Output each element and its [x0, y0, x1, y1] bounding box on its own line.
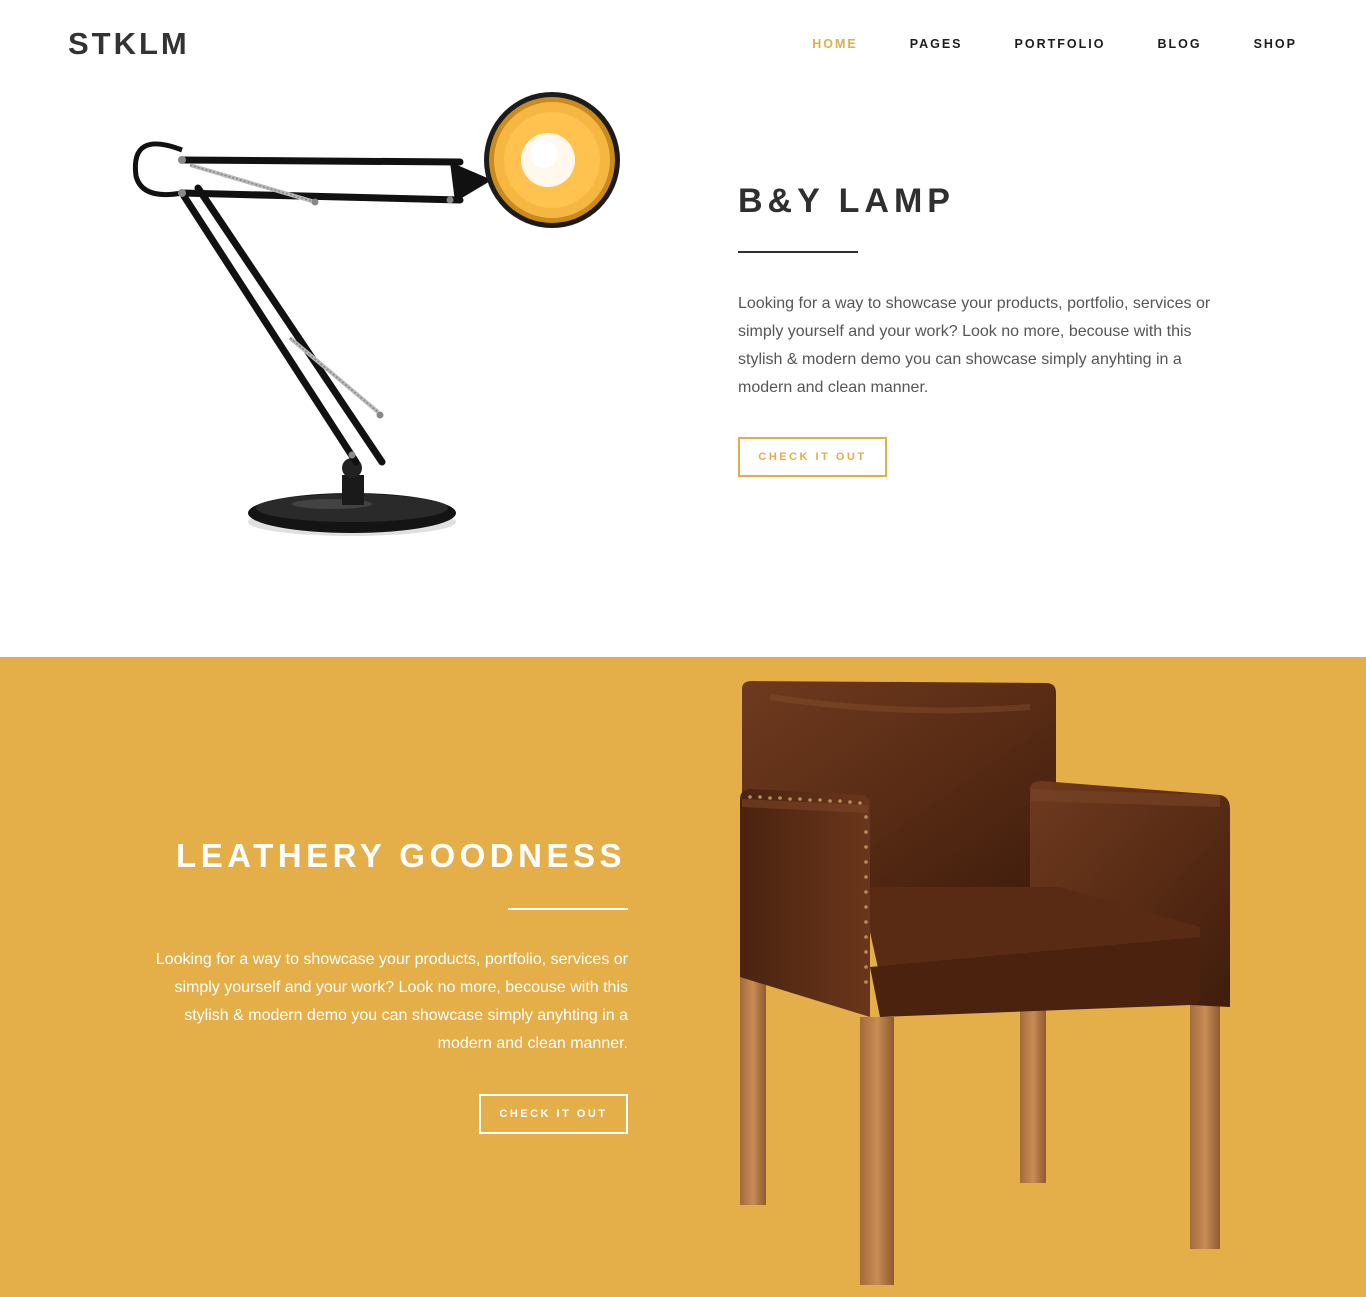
lamp-description: Looking for a way to showcase your produ…	[738, 295, 1211, 396]
nav-item-home[interactable]: HOME	[812, 37, 858, 51]
main-nav: HOME PAGES PORTFOLIO BLOG SHOP	[760, 37, 1297, 51]
chair-title: LEATHERY GOODNESS	[176, 837, 626, 874]
site-logo[interactable]: STKLM	[68, 26, 190, 62]
lamp-feature-section: B&Y LAMP Looking for a way to showcase y…	[0, 90, 1366, 657]
nav-item-shop[interactable]: SHOP	[1254, 37, 1297, 51]
chair-check-it-out-button[interactable]: CHECK IT OUT	[479, 1094, 628, 1134]
title-divider	[738, 251, 858, 253]
site-header: STKLM HOME PAGES PORTFOLIO BLOG SHOP	[0, 0, 1366, 90]
lamp-image	[120, 90, 640, 550]
chair-image	[730, 677, 1250, 1297]
title-divider	[508, 908, 628, 910]
chair-feature-section: LEATHERY GOODNESS Looking for a way to s…	[0, 657, 1366, 1297]
nav-item-blog[interactable]: BLOG	[1157, 37, 1201, 51]
chair-description: Looking for a way to showcase your produ…	[155, 951, 628, 1052]
nav-item-pages[interactable]: PAGES	[910, 37, 963, 51]
lamp-check-it-out-button[interactable]: CHECK IT OUT	[738, 437, 887, 477]
lamp-title: B&Y LAMP	[738, 182, 955, 220]
nav-item-portfolio[interactable]: PORTFOLIO	[1015, 37, 1106, 51]
